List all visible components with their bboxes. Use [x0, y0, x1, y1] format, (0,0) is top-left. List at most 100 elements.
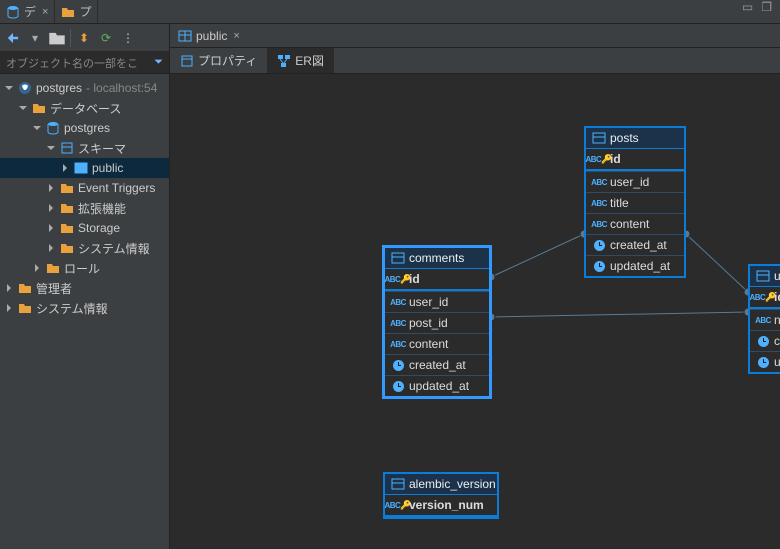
clock-icon [758, 357, 769, 368]
tree-sysinfo2[interactable]: システム情報 [0, 298, 169, 318]
er-column[interactable]: updated_at [750, 351, 780, 372]
er-table-header: comments [385, 248, 489, 269]
er-table-comments[interactable]: comments ABC🔑id ABCuser_id ABCpost_id AB… [383, 246, 491, 398]
er-table-title: users [774, 269, 780, 283]
clock-icon [393, 381, 404, 392]
er-table-title: alembic_version [409, 477, 496, 491]
connect-icon[interactable] [4, 29, 22, 47]
er-column[interactable]: updated_at [586, 255, 684, 276]
editor-area: public × プロパティ ER図 [170, 24, 780, 549]
tree-sysinfo[interactable]: システム情報 [0, 238, 169, 258]
tree-label: ロール [64, 260, 100, 277]
folder-icon [60, 181, 74, 195]
navigator-sidebar: ▾ ⬍ ⟳ ⋮ オブジェクト名の一部をこ ⏷ postgres - localh… [0, 24, 170, 549]
refresh-icon[interactable]: ⟳ [97, 29, 115, 47]
tree-databases[interactable]: データベース [0, 98, 169, 118]
tree-label: Storage [78, 221, 120, 235]
er-column[interactable]: ABC🔑id [750, 287, 780, 309]
clock-icon [594, 240, 605, 251]
table-icon [592, 131, 606, 145]
app-tab-label: デ [24, 3, 36, 20]
app-tab-database[interactable]: デ × [0, 0, 55, 23]
er-column[interactable]: ABCuser_id [385, 291, 489, 312]
er-column[interactable]: created_at [385, 354, 489, 375]
er-column[interactable]: ABC🔑id [385, 269, 489, 291]
schema-icon [60, 141, 74, 155]
table-icon [391, 477, 405, 491]
tree-extensions[interactable]: 拡張機能 [0, 198, 169, 218]
er-table-alembic[interactable]: alembic_version ABC🔑version_num [383, 472, 499, 519]
tree-label: 拡張機能 [78, 200, 126, 217]
tree-roles[interactable]: ロール [0, 258, 169, 278]
tree-label: postgres [64, 121, 110, 135]
tree-database[interactable]: postgres [0, 118, 169, 138]
folder-icon [46, 261, 60, 275]
tree-admin[interactable]: 管理者 [0, 278, 169, 298]
tree-label: スキーマ [78, 140, 126, 157]
chevron-down-icon [4, 84, 14, 92]
clock-icon [758, 336, 769, 347]
er-column[interactable]: ABC🔑version_num [385, 495, 497, 517]
close-icon[interactable]: × [42, 6, 48, 18]
er-column[interactable]: ABCuser_id [586, 171, 684, 192]
chevron-right-icon [60, 164, 70, 172]
chevron-right-icon [46, 184, 56, 192]
subtab-properties[interactable]: プロパティ [170, 48, 267, 73]
restore-icon[interactable]: ❐ [761, 0, 772, 23]
database-icon [6, 5, 20, 19]
er-column[interactable]: ABCtitle [586, 192, 684, 213]
minimize-icon[interactable]: ▭ [742, 0, 753, 23]
erd-canvas[interactable]: posts ABC🔑id ABCuser_id ABCtitle ABCcont… [170, 74, 780, 549]
er-table-header: posts [586, 128, 684, 149]
commit-icon[interactable]: ⬍ [75, 29, 93, 47]
chevron-right-icon [4, 304, 14, 312]
folder-icon [32, 101, 46, 115]
new-folder-icon[interactable] [48, 29, 66, 47]
er-column[interactable]: updated_at [385, 375, 489, 396]
chevron-right-icon [46, 244, 56, 252]
folder-icon [60, 241, 74, 255]
tree-event-triggers[interactable]: Event Triggers [0, 178, 169, 198]
subtab-erd[interactable]: ER図 [267, 48, 334, 73]
tree-schema-public[interactable]: public [0, 158, 169, 178]
er-table-title: comments [409, 251, 464, 265]
editor-tab-public[interactable]: public × [170, 24, 248, 47]
folder-icon [60, 201, 74, 215]
search-input[interactable]: オブジェクト名の一部をこ ⏷ [0, 52, 169, 74]
er-column[interactable]: ABCpost_id [385, 312, 489, 333]
table-icon [756, 269, 770, 283]
chevron-right-icon [46, 204, 56, 212]
navigator-toolbar: ▾ ⬍ ⟳ ⋮ [0, 24, 169, 52]
table-icon [74, 161, 88, 175]
table-icon [178, 29, 192, 43]
folder-icon [18, 281, 32, 295]
database-icon [46, 121, 60, 135]
dropdown-icon[interactable]: ▾ [26, 29, 44, 47]
er-table-posts[interactable]: posts ABC🔑id ABCuser_id ABCtitle ABCcont… [584, 126, 686, 278]
clock-icon [393, 360, 404, 371]
tree-label: データベース [50, 100, 121, 117]
app-tab-projects[interactable]: プ [55, 0, 98, 23]
er-column[interactable]: created_at [750, 330, 780, 351]
close-icon[interactable]: × [233, 30, 239, 42]
search-placeholder: オブジェクト名の一部をこ [6, 55, 138, 71]
er-column[interactable]: created_at [586, 234, 684, 255]
tree-connection[interactable]: postgres - localhost:54 [0, 78, 169, 98]
er-table-title: posts [610, 131, 639, 145]
tree-schemas[interactable]: スキーマ [0, 138, 169, 158]
er-column[interactable]: ABCcontent [586, 213, 684, 234]
er-table-users[interactable]: users ABC🔑id ABCname created_at updated_… [748, 264, 780, 374]
tree-label: public [92, 161, 123, 175]
chevron-down-icon [46, 144, 56, 152]
tree-storage[interactable]: Storage [0, 218, 169, 238]
chevron-right-icon [46, 224, 56, 232]
chevron-down-icon [18, 104, 28, 112]
er-column[interactable]: ABCname [750, 309, 780, 330]
er-column[interactable]: ABC🔑id [586, 149, 684, 171]
folder-icon [61, 5, 75, 19]
subtab-label: プロパティ [198, 52, 257, 69]
app-tab-label: プ [79, 3, 91, 20]
filter-icon[interactable]: ⏷ [154, 56, 163, 69]
er-column[interactable]: ABCcontent [385, 333, 489, 354]
menu-icon[interactable]: ⋮ [119, 29, 137, 47]
